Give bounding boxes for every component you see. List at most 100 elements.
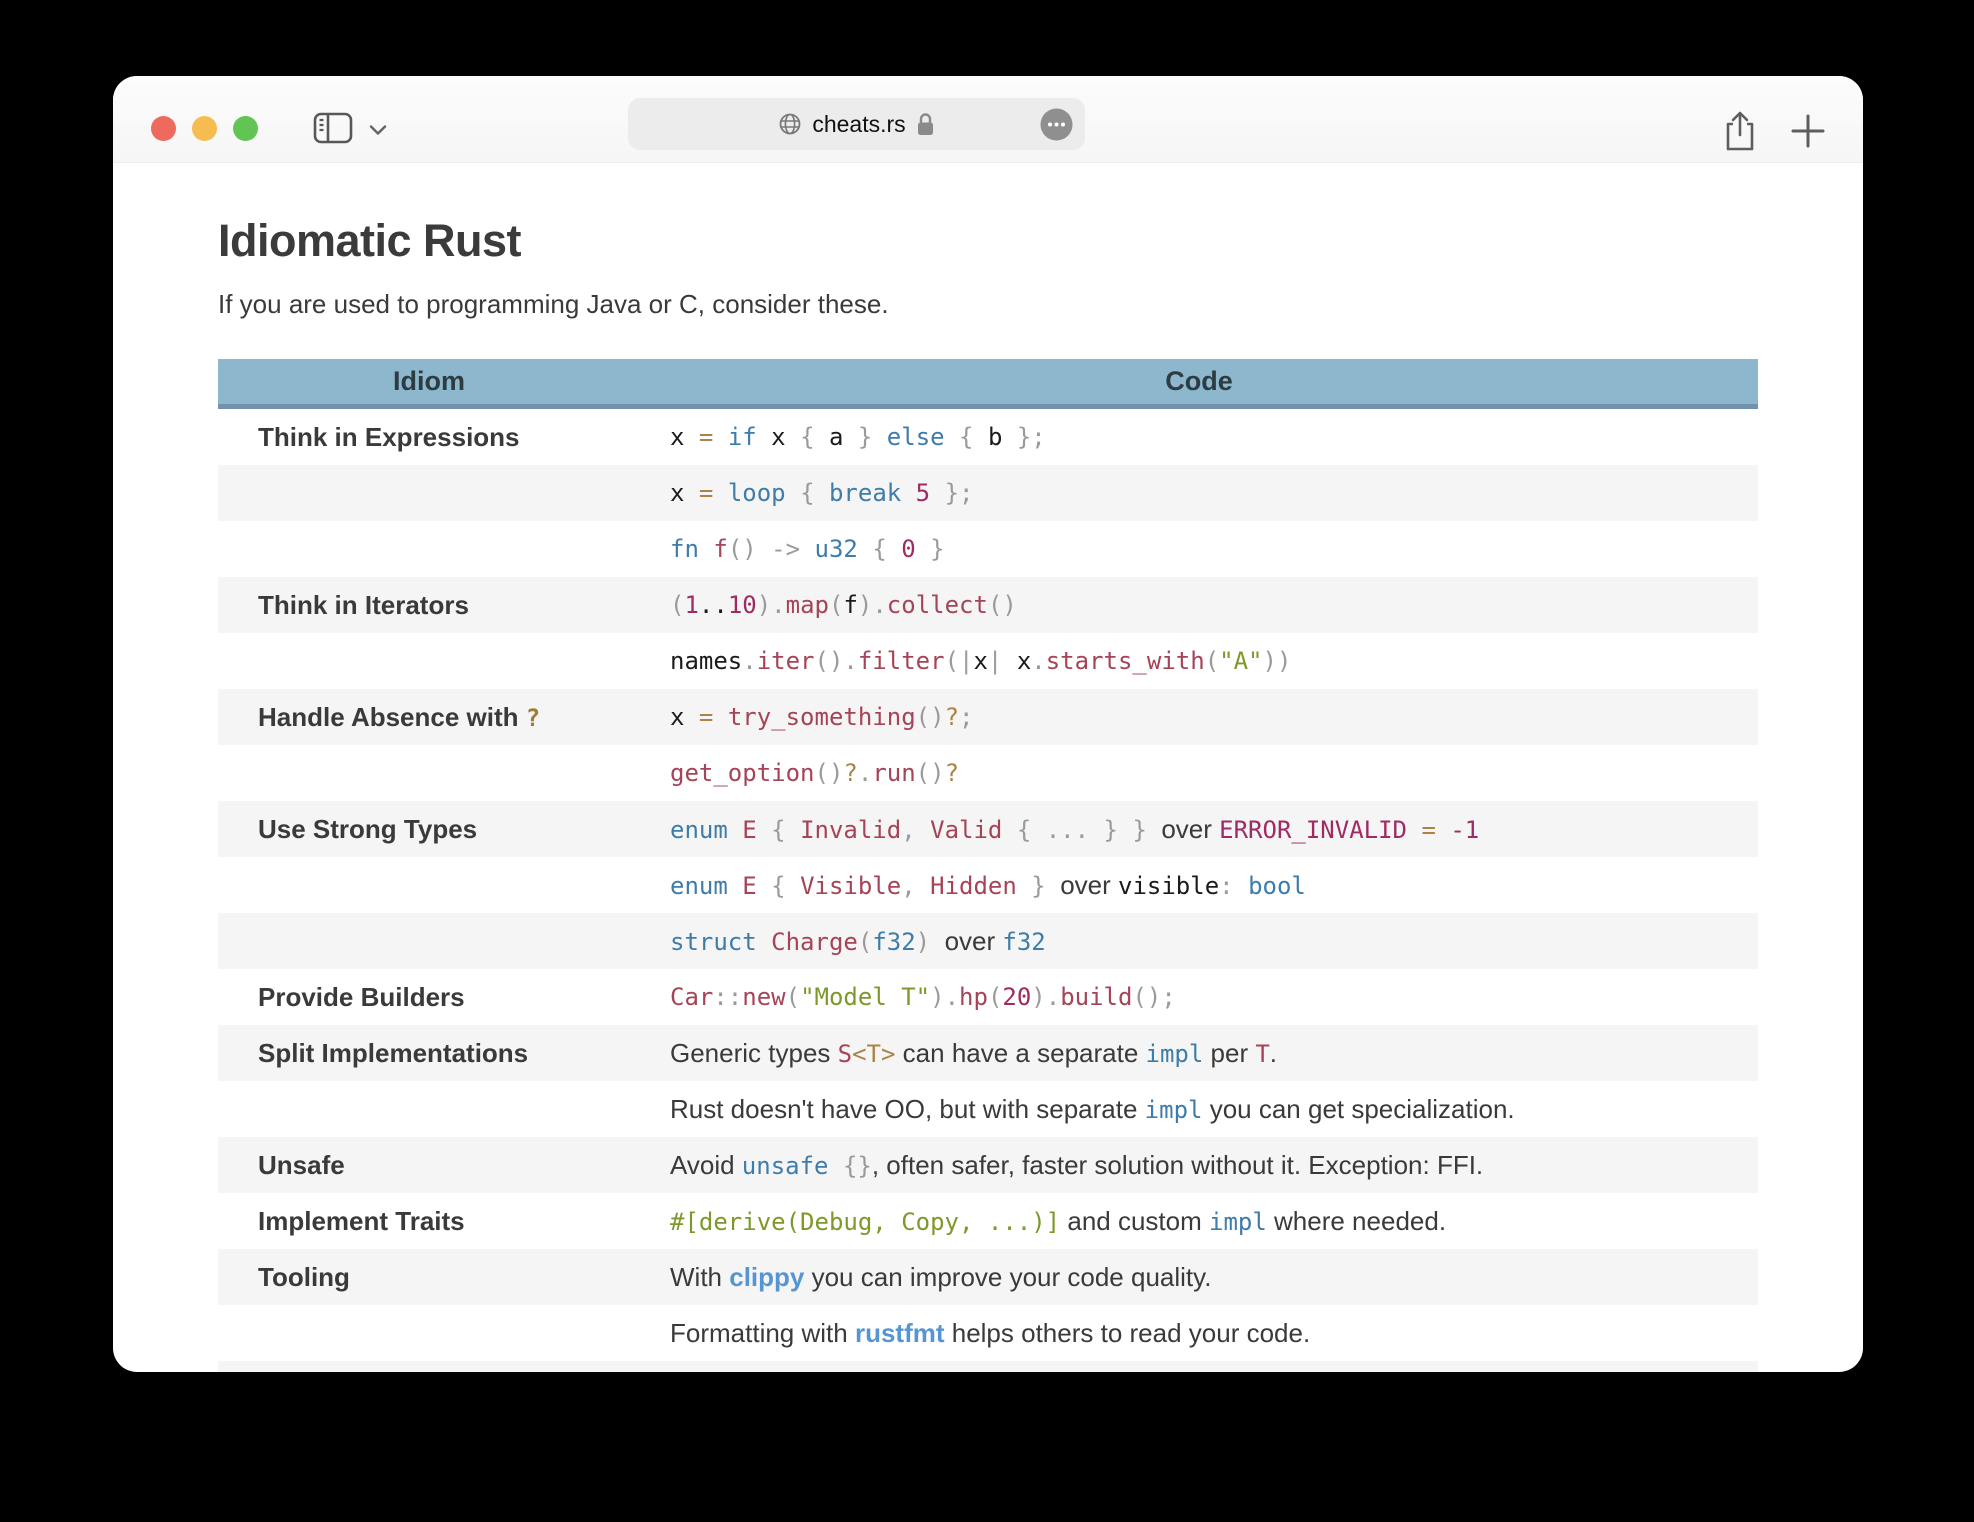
text-segment: run <box>872 759 915 787</box>
text-segment: Tooling <box>258 1262 350 1292</box>
text-segment: 1 <box>684 591 698 619</box>
text-segment: ) <box>930 983 944 1011</box>
sidebar-toggle-button[interactable] <box>313 112 353 144</box>
table-row: enum E { Visible, Hidden } over visible:… <box>218 857 1758 913</box>
sidebar-icon <box>313 112 353 144</box>
text-segment: . <box>1046 983 1060 1011</box>
text-segment: can have a separate <box>895 1038 1145 1068</box>
minimize-button[interactable] <box>192 116 217 141</box>
text-segment: over <box>945 926 1003 956</box>
text-segment: (); <box>1132 983 1175 1011</box>
code-cell: get_option()?.run()? <box>640 759 1758 787</box>
zoom-button[interactable] <box>233 116 258 141</box>
link[interactable]: rustfmt <box>855 1318 945 1348</box>
table-row: Think in Expressionsx = if x { a } else … <box>218 409 1758 465</box>
text-segment: . <box>872 591 886 619</box>
share-button[interactable] <box>1721 110 1759 157</box>
new-tab-button[interactable] <box>1791 114 1825 153</box>
text-segment: try_something <box>728 703 916 731</box>
idiom-cell: Think in Expressions <box>218 422 640 453</box>
text-segment: | <box>988 647 1017 675</box>
text-segment: and custom <box>1060 1206 1209 1236</box>
text-segment: ( <box>1205 647 1219 675</box>
text-segment: enum <box>670 872 742 900</box>
page-menu-button[interactable] <box>1040 108 1073 146</box>
table-row: DocumentationAnnotate your APIs with ///… <box>218 1361 1758 1372</box>
code-cell: (1..10).map(f).collect() <box>640 591 1758 619</box>
table-row: ToolingWith clippy you can improve your … <box>218 1249 1758 1305</box>
text-segment: E <box>742 816 771 844</box>
text-segment: if <box>728 423 771 451</box>
text-segment: enum <box>670 816 742 844</box>
text-segment: Car <box>670 983 713 1011</box>
text-segment: ( <box>670 591 684 619</box>
text-segment: fn <box>670 535 713 563</box>
table-row: struct Charge(f32) over f32 <box>218 913 1758 969</box>
text-segment: where needed. <box>1267 1206 1446 1236</box>
text-segment: Visible <box>800 872 901 900</box>
text-segment: -> <box>771 535 814 563</box>
text-segment: f32 <box>1002 928 1045 956</box>
text-segment: unsafe <box>742 1152 843 1180</box>
text-segment: ... <box>1046 816 1104 844</box>
text-segment: )) <box>1263 647 1292 675</box>
text-segment: , <box>901 872 930 900</box>
code-cell: x = loop { break 5 }; <box>640 479 1758 507</box>
table-row: Think in Iterators(1..10).map(f).collect… <box>218 577 1758 633</box>
text-segment: over <box>1060 870 1118 900</box>
text-segment: f32 <box>872 928 915 956</box>
text-segment: . <box>858 759 872 787</box>
text-segment: { <box>800 479 829 507</box>
text-segment: <T> <box>852 1040 895 1068</box>
table-body: Think in Expressionsx = if x { a } else … <box>218 409 1758 1372</box>
code-cell: Formatting with rustfmt helps others to … <box>640 1318 1758 1349</box>
chevron-down-icon <box>369 124 387 136</box>
text-segment: else <box>887 423 959 451</box>
address-bar[interactable]: cheats.rs <box>628 98 1085 150</box>
text-segment: .. <box>699 591 728 619</box>
text-segment: iter <box>757 647 815 675</box>
table-row: fn f() -> u32 { 0 } <box>218 521 1758 577</box>
text-segment: Think in Iterators <box>258 590 469 620</box>
text-segment: = <box>699 423 728 451</box>
code-cell: Car::new("Model T").hp(20).build(); <box>640 983 1758 1011</box>
text-segment: () <box>916 703 945 731</box>
link[interactable]: clippy <box>729 1262 804 1292</box>
text-segment: impl <box>1209 1208 1267 1236</box>
close-button[interactable] <box>151 116 176 141</box>
text-segment: . <box>945 983 959 1011</box>
text-segment: helps others to read your code. <box>945 1318 1311 1348</box>
url-text: cheats.rs <box>812 111 905 138</box>
text-segment: { <box>771 816 800 844</box>
idiom-cell: Use Strong Types <box>218 814 640 845</box>
text-segment: 10 <box>728 591 757 619</box>
text-segment: you can get specialization. <box>1202 1094 1514 1124</box>
text-segment: u32 <box>815 535 873 563</box>
text-segment: Generic types <box>670 1038 838 1068</box>
table-row: Formatting with rustfmt helps others to … <box>218 1305 1758 1361</box>
intro-text: If you are used to programming Java or C… <box>218 289 1758 319</box>
text-segment: . <box>742 647 756 675</box>
text-segment: . <box>843 647 857 675</box>
text-segment: starts_with <box>1046 647 1205 675</box>
text-segment: . <box>1031 647 1045 675</box>
text-segment: Think in Expressions <box>258 422 520 452</box>
text-segment: {} <box>843 1152 872 1180</box>
table-row: UnsafeAvoid unsafe {}, often safer, fast… <box>218 1137 1758 1193</box>
code-cell: names.iter().filter(|x| x.starts_with("A… <box>640 647 1758 675</box>
text-segment: impl <box>1146 1040 1204 1068</box>
text-segment: filter <box>858 647 945 675</box>
text-segment: Formatting with <box>670 1318 855 1348</box>
text-segment: . <box>771 591 785 619</box>
text-segment: T <box>1255 1040 1269 1068</box>
text-segment: ? <box>843 759 857 787</box>
text-segment: = <box>699 479 728 507</box>
share-icon <box>1721 110 1759 152</box>
text-segment: loop <box>728 479 800 507</box>
text-segment: . <box>1270 1038 1277 1068</box>
tab-overview-button[interactable] <box>369 123 387 141</box>
code-cell: struct Charge(f32) over f32 <box>640 926 1758 957</box>
text-segment: "A" <box>1219 647 1262 675</box>
text-segment: Handle Absence with <box>258 702 526 732</box>
text-segment: over <box>1161 814 1219 844</box>
